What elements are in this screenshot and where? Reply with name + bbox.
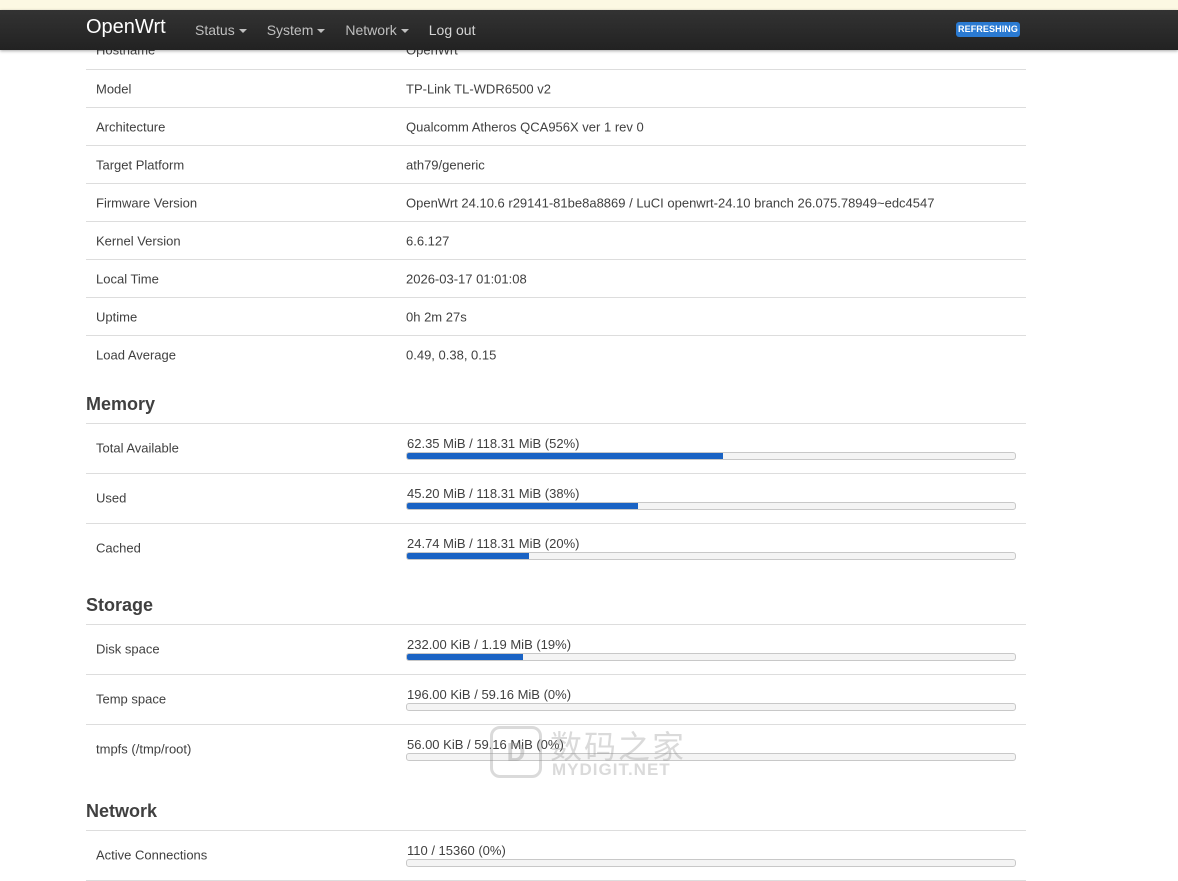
table-row: Load Average 0.49, 0.38, 0.15 — [86, 336, 1026, 373]
progress-bar — [406, 653, 1016, 661]
progress-text: 232.00 KiB / 1.19 MiB (19%) — [407, 637, 572, 652]
progress-row: Temp space 196.00 KiB / 59.16 MiB (0%) — [86, 675, 1026, 725]
menu-logout[interactable]: Log out — [429, 22, 476, 38]
menu-logout-label: Log out — [428, 22, 476, 38]
brand-logo[interactable]: OpenWrt — [86, 16, 166, 39]
progress-bar — [406, 753, 1016, 761]
top-navbar: OpenWrt Status System Network Log out RE… — [0, 10, 1178, 50]
progress-bar — [406, 502, 1016, 510]
row-value: ath79/generic — [406, 157, 485, 172]
network-table: Active Connections 110 / 15360 (0%) — [86, 830, 1026, 881]
progress-row: Total Available 62.35 MiB / 118.31 MiB (… — [86, 424, 1026, 474]
progress-text: 56.00 KiB / 59.16 MiB (0%) — [407, 737, 564, 752]
row-label: Kernel Version — [96, 233, 181, 248]
progress-row: Disk space 232.00 KiB / 1.19 MiB (19%) — [86, 625, 1026, 675]
caret-down-icon — [400, 28, 409, 33]
system-table: Hostname OpenWrt Model TP-Link TL-WDR650… — [86, 30, 1026, 373]
table-row: Firmware Version OpenWrt 24.10.6 r29141-… — [86, 184, 1026, 222]
row-label: Total Available — [96, 440, 179, 456]
row-value: TP-Link TL-WDR6500 v2 — [406, 81, 551, 96]
row-label: Disk space — [96, 641, 160, 657]
row-value: Qualcomm Atheros QCA956X ver 1 rev 0 — [406, 119, 644, 134]
row-label: Active Connections — [96, 847, 208, 863]
progress-bar — [406, 703, 1016, 711]
table-row: Local Time 2026-03-17 01:01:08 — [86, 260, 1026, 298]
menu-status[interactable]: Status — [195, 22, 247, 38]
progress-row: Cached 24.74 MiB / 118.31 MiB (20%) — [86, 524, 1026, 573]
row-value: 0.49, 0.38, 0.15 — [406, 347, 497, 362]
row-label: Uptime — [96, 309, 138, 324]
refreshing-badge[interactable]: REFRESHING — [956, 22, 1021, 37]
progress-bar — [406, 859, 1016, 867]
progress-row: Used 45.20 MiB / 118.31 MiB (38%) — [86, 474, 1026, 524]
progress-fill — [407, 503, 639, 509]
menu-status-label: Status — [195, 22, 235, 38]
row-value: 6.6.127 — [406, 233, 450, 248]
progress-text: 62.35 MiB / 118.31 MiB (52%) — [407, 436, 580, 451]
storage-heading: Storage — [86, 595, 154, 615]
row-value: OpenWrt 24.10.6 r29141-81be8a8869 / LuCI… — [406, 195, 935, 210]
progress-bar — [406, 452, 1016, 460]
row-label: Local Time — [96, 271, 159, 286]
progress-row: tmpfs (/tmp/root) 56.00 KiB / 59.16 MiB … — [86, 725, 1026, 776]
row-label: tmpfs (/tmp/root) — [96, 741, 192, 757]
status-overview: Hostname OpenWrt Model TP-Link TL-WDR650… — [86, 30, 1026, 881]
progress-text: 196.00 KiB / 59.16 MiB (0%) — [407, 687, 572, 702]
main-menu: Status System Network Log out — [195, 10, 495, 50]
table-row: Uptime 0h 2m 27s — [86, 298, 1026, 336]
row-label: Used — [96, 490, 127, 506]
progress-text: 110 / 15360 (0%) — [407, 843, 506, 858]
progress-fill — [407, 553, 529, 559]
caret-down-icon — [317, 28, 326, 33]
progress-fill — [407, 654, 523, 660]
table-row: Target Platform ath79/generic — [86, 146, 1026, 184]
progress-text: 45.20 MiB / 118.31 MiB (38%) — [407, 486, 580, 501]
row-label: Target Platform — [96, 157, 185, 172]
table-row: Kernel Version 6.6.127 — [86, 222, 1026, 260]
storage-table: Disk space 232.00 KiB / 1.19 MiB (19%) T… — [86, 624, 1026, 776]
menu-network[interactable]: Network — [345, 22, 409, 38]
row-label: Architecture — [96, 119, 166, 134]
menu-system[interactable]: System — [267, 22, 326, 38]
caret-down-icon — [238, 28, 247, 33]
row-value: 2026-03-17 01:01:08 — [406, 271, 527, 286]
row-label: Model — [96, 81, 132, 96]
menu-system-label: System — [266, 22, 314, 38]
row-value: 0h 2m 27s — [406, 309, 467, 324]
progress-text: 24.74 MiB / 118.31 MiB (20%) — [407, 536, 580, 551]
progress-fill — [407, 453, 724, 459]
row-label: Firmware Version — [96, 195, 198, 210]
memory-table: Total Available 62.35 MiB / 118.31 MiB (… — [86, 423, 1026, 573]
progress-bar — [406, 552, 1016, 560]
table-row: Architecture Qualcomm Atheros QCA956X ve… — [86, 108, 1026, 146]
row-label: Cached — [96, 540, 141, 556]
progress-row: Active Connections 110 / 15360 (0%) — [86, 831, 1026, 881]
menu-network-label: Network — [345, 22, 397, 38]
network-heading: Network — [86, 801, 158, 821]
table-row: Model TP-Link TL-WDR6500 v2 — [86, 70, 1026, 108]
row-label: Load Average — [96, 347, 176, 362]
memory-heading: Memory — [86, 394, 156, 414]
row-label: Temp space — [96, 691, 167, 707]
